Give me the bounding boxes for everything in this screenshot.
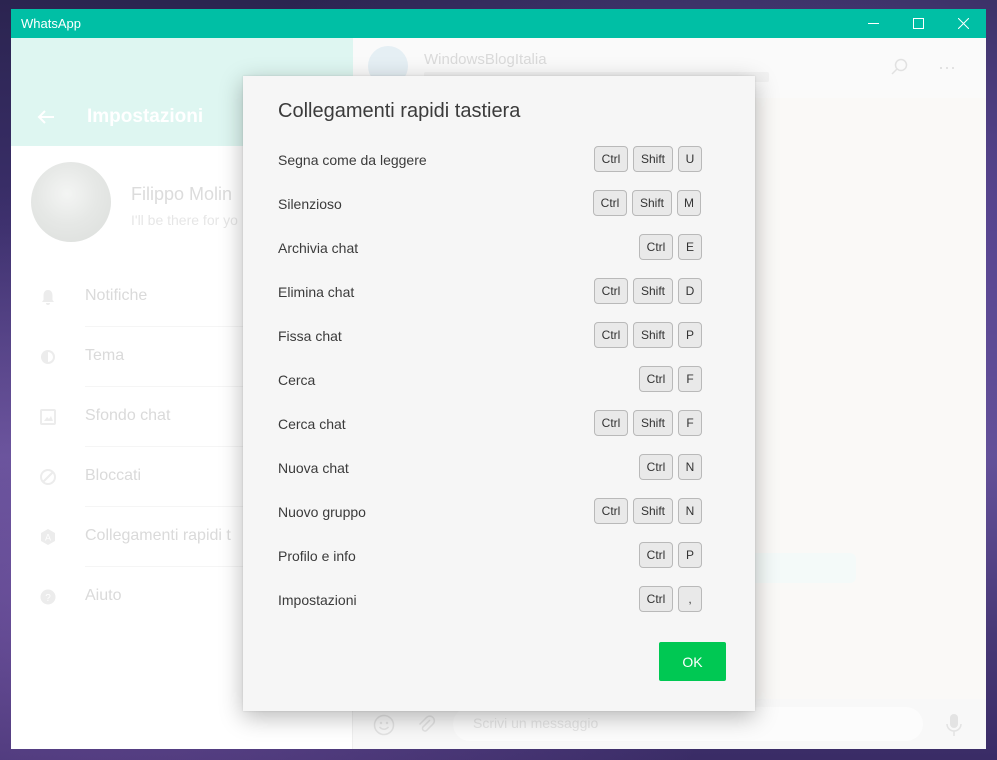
key-cap: N (678, 454, 702, 480)
shortcut-row: Cerca chat Ctrl Shift F (278, 410, 702, 440)
key-cap: Ctrl (594, 146, 628, 172)
shortcut-row: Cerca Ctrl F (278, 366, 702, 396)
key-cap: F (678, 366, 702, 392)
key-cap: U (678, 146, 702, 172)
key-combo: Ctrl P (639, 542, 702, 568)
shortcut-row: Nuova chat Ctrl N (278, 454, 702, 484)
key-combo: Ctrl Shift M (593, 190, 701, 216)
key-cap: P (678, 542, 702, 568)
shortcut-label: Fissa chat (278, 328, 342, 344)
shortcut-row: Elimina chat Ctrl Shift D (278, 278, 702, 308)
key-cap: N (678, 498, 702, 524)
key-cap: Ctrl (639, 542, 673, 568)
shortcut-row: Fissa chat Ctrl Shift P (278, 322, 702, 352)
key-cap: Ctrl (639, 454, 673, 480)
key-cap: P (678, 322, 702, 348)
key-cap: , (678, 586, 702, 612)
key-cap: Shift (633, 498, 673, 524)
key-cap: M (677, 190, 701, 216)
key-cap: Shift (633, 322, 673, 348)
key-cap: F (678, 410, 702, 436)
key-combo: Ctrl Shift F (594, 410, 702, 436)
key-cap: Ctrl (594, 278, 628, 304)
key-cap: Ctrl (594, 322, 628, 348)
shortcut-label: Elimina chat (278, 284, 355, 300)
key-combo: Ctrl Shift N (594, 498, 702, 524)
key-combo: Ctrl Shift U (594, 146, 702, 172)
title-bar: WhatsApp (11, 9, 986, 38)
shortcut-row: Archivia chat Ctrl E (278, 234, 702, 264)
key-cap: Ctrl (639, 366, 673, 392)
maximize-button[interactable] (896, 9, 941, 38)
key-cap: Ctrl (639, 586, 673, 612)
key-combo: Ctrl Shift D (594, 278, 702, 304)
key-combo: Ctrl E (639, 234, 702, 260)
key-cap: Ctrl (594, 410, 628, 436)
key-cap: Ctrl (593, 190, 627, 216)
key-cap: Shift (632, 190, 672, 216)
key-cap: Ctrl (639, 234, 673, 260)
shortcut-label: Cerca chat (278, 416, 346, 432)
maximize-icon (913, 18, 924, 29)
shortcut-label: Nuova chat (278, 460, 349, 476)
key-cap: Ctrl (594, 498, 628, 524)
dialog-title: Collegamenti rapidi tastiera (278, 100, 521, 122)
close-button[interactable] (941, 9, 986, 38)
shortcut-label: Impostazioni (278, 592, 357, 608)
shortcut-label: Archivia chat (278, 240, 359, 256)
shortcut-label: Profilo e info (278, 548, 356, 564)
key-cap: D (678, 278, 702, 304)
key-combo: Ctrl N (639, 454, 702, 480)
shortcut-label: Segna come da leggere (278, 152, 427, 168)
minimize-icon (868, 23, 879, 24)
key-combo: Ctrl F (639, 366, 702, 392)
keyboard-shortcuts-dialog: Collegamenti rapidi tastiera Segna come … (243, 76, 755, 711)
shortcut-row: Nuovo gruppo Ctrl Shift N (278, 498, 702, 528)
key-combo: Ctrl Shift P (594, 322, 702, 348)
shortcut-label: Nuovo gruppo (278, 504, 366, 520)
shortcut-row: Impostazioni Ctrl , (278, 586, 702, 616)
shortcut-label: Cerca (278, 372, 316, 388)
shortcut-row: Profilo e info Ctrl P (278, 542, 702, 572)
minimize-button[interactable] (851, 9, 896, 38)
key-cap: E (678, 234, 702, 260)
shortcut-label: Silenzioso (278, 196, 342, 212)
ok-button[interactable]: OK (659, 642, 726, 681)
key-cap: Shift (633, 278, 673, 304)
shortcut-row: Silenzioso Ctrl Shift M (278, 190, 701, 220)
close-icon (958, 18, 969, 29)
key-cap: Shift (633, 410, 673, 436)
shortcut-row: Segna come da leggere Ctrl Shift U (278, 146, 702, 176)
key-cap: Shift (633, 146, 673, 172)
window-title: WhatsApp (21, 16, 81, 31)
key-combo: Ctrl , (639, 586, 702, 612)
